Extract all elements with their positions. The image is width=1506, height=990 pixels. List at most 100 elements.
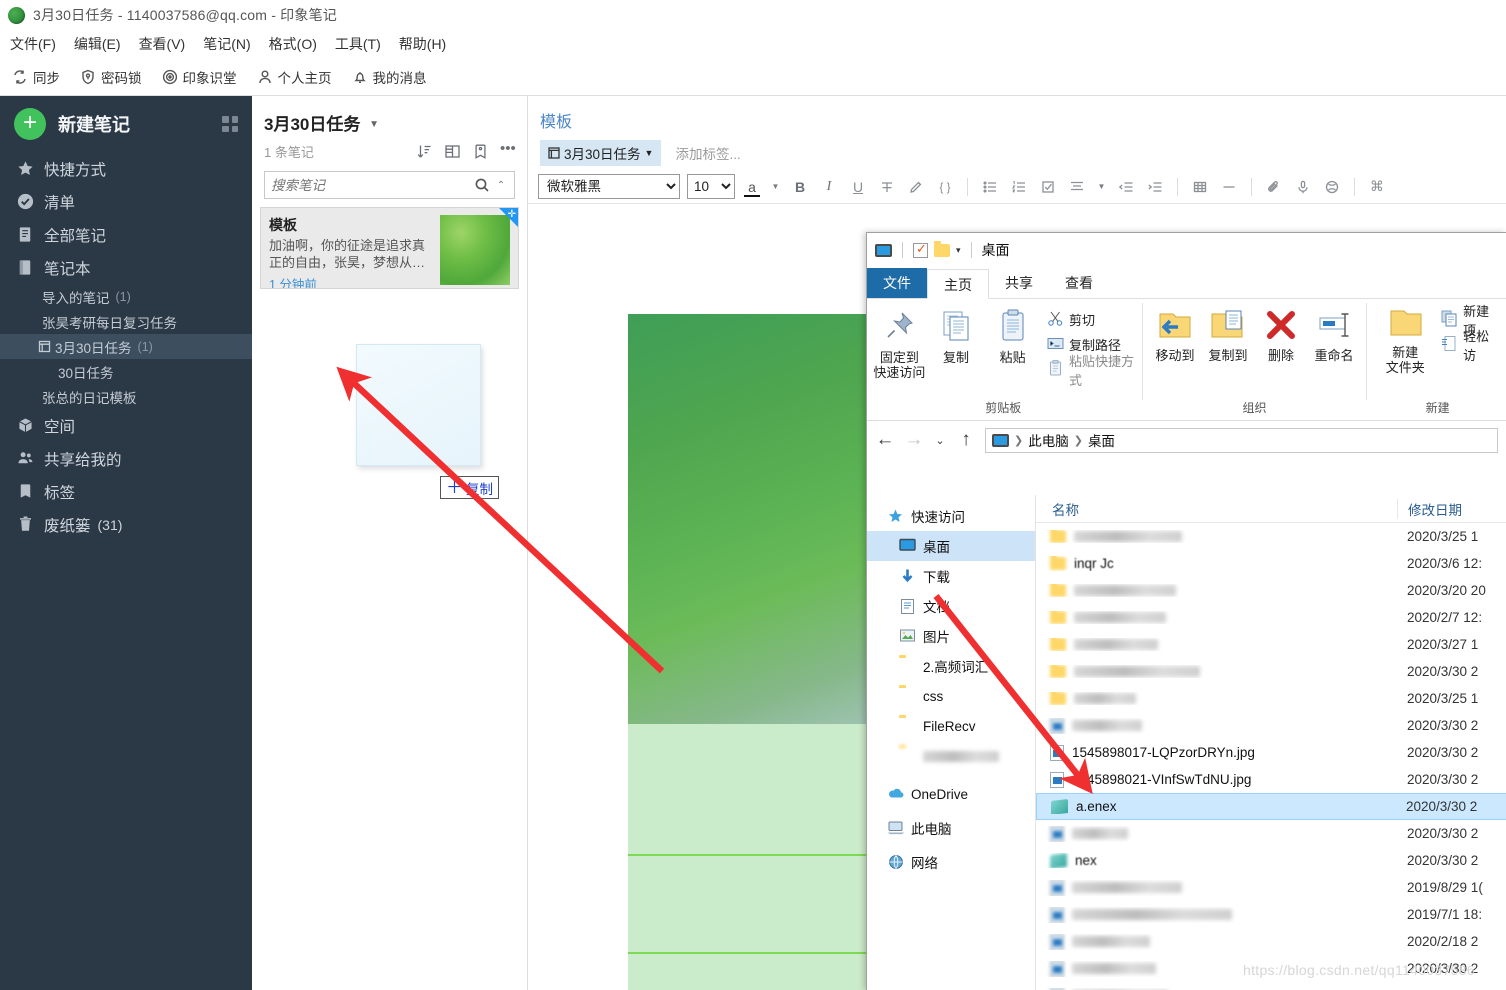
ribbon-button-move-to[interactable]: 移动到 xyxy=(1148,305,1201,365)
outdent-icon[interactable] xyxy=(1115,176,1137,198)
sidebar-item-tags[interactable]: 标签 xyxy=(0,475,252,508)
toolbar-button-knowledge[interactable]: 印象识堂 xyxy=(162,67,237,87)
ribbon-button-delete[interactable]: 删除 xyxy=(1254,305,1307,365)
sidebar-item-tasks[interactable]: 清单 xyxy=(0,185,252,218)
notebook-item-imported[interactable]: 导入的笔记 (1) xyxy=(0,284,252,309)
toolbar-button-password-lock[interactable]: 密码锁 xyxy=(80,67,142,87)
search-input[interactable] xyxy=(271,177,474,193)
ribbon-button-rename[interactable]: 重命名 xyxy=(1307,305,1360,365)
ribbon-button-copy-to[interactable]: 复制到 xyxy=(1201,305,1254,365)
notebook-item-march30[interactable]: 3月30日任务 (1) xyxy=(0,334,252,359)
nav-item-folder-gaopin[interactable]: 2.高频词汇 xyxy=(867,651,1035,681)
file-row[interactable]: 2020/3/30 2 xyxy=(1036,658,1506,685)
menu-item-view[interactable]: 查看(V) xyxy=(139,34,186,54)
underline-icon[interactable]: U xyxy=(847,176,869,198)
ribbon-button-cut[interactable]: 剪切 xyxy=(1047,307,1136,332)
ribbon-button-easy-access[interactable]: 轻松访 xyxy=(1441,329,1502,363)
nav-item-quick-access[interactable]: 快速访问 xyxy=(867,501,1035,531)
up-button[interactable]: ↑ xyxy=(956,429,976,451)
align-icon[interactable] xyxy=(1066,176,1088,198)
nav-item-documents[interactable]: 文档 xyxy=(867,591,1035,621)
ribbon-button-paste-shortcut[interactable]: 粘贴快捷方式 xyxy=(1047,354,1136,388)
chevron-down-icon[interactable]: ▼ xyxy=(369,119,379,130)
file-row[interactable]: 2020/3/30 2 xyxy=(1036,712,1506,739)
shortcut-icon[interactable]: ⌘ xyxy=(1366,176,1388,198)
notebook-item-day30[interactable]: 30日任务 xyxy=(0,359,252,384)
nav-item-downloads[interactable]: 下载 xyxy=(867,561,1035,591)
search-box[interactable]: ⌃ xyxy=(264,171,515,199)
font-family-select[interactable]: 微软雅黑 xyxy=(538,174,680,199)
sort-icon[interactable] xyxy=(416,143,433,160)
nav-item-thispc[interactable]: 此电脑 xyxy=(867,813,1035,843)
column-header-name[interactable]: 名称 xyxy=(1036,499,1397,519)
column-header-date[interactable]: 修改日期 xyxy=(1397,498,1506,519)
breadcrumb[interactable]: ❯ 此电脑 ❯ 桌面 xyxy=(985,427,1498,453)
font-color-icon[interactable]: a xyxy=(742,179,762,197)
menu-item-note[interactable]: 笔记(N) xyxy=(203,34,250,54)
new-note-button[interactable]: + 新建笔记 xyxy=(0,96,252,152)
nav-item-folder-css[interactable]: css xyxy=(867,681,1035,711)
toolbar-button-profile[interactable]: 个人主页 xyxy=(257,67,332,87)
forward-button[interactable]: → xyxy=(904,429,924,451)
file-row[interactable]: 1545898017-LQPzorDRYn.jpg 2020/3/30 2 xyxy=(1036,739,1506,766)
bold-icon[interactable]: B xyxy=(789,176,811,198)
strikethrough-icon[interactable] xyxy=(876,176,898,198)
notebook-chip[interactable]: 3月30日任务 ▼ xyxy=(540,140,662,166)
notebook-item-review[interactable]: 张昊考研每日复习任务 xyxy=(0,309,252,334)
layout-icon[interactable] xyxy=(444,143,461,160)
explorer-icon[interactable] xyxy=(875,243,892,257)
code-icon[interactable]: { } xyxy=(934,176,956,198)
new-folder-icon[interactable] xyxy=(934,240,950,257)
breadcrumb-item-desktop[interactable]: 桌面 xyxy=(1088,430,1115,450)
more-icon[interactable]: ••• xyxy=(500,141,517,160)
sidebar-item-spaces[interactable]: 空间 xyxy=(0,409,252,442)
file-row[interactable]: 2019/8/29 1( xyxy=(1036,874,1506,901)
ribbon-button-pin-to-quick-access[interactable]: 固定到 快速访问 xyxy=(871,305,928,382)
note-list-title[interactable]: 3月30日任务 ▼ xyxy=(252,96,527,135)
nav-item-onedrive[interactable]: OneDrive xyxy=(867,779,1035,809)
sidebar-item-shared[interactable]: 共享给我的 xyxy=(0,442,252,475)
toolbar-button-sync[interactable]: 同步 xyxy=(12,67,60,87)
chevron-up-icon[interactable]: ⌃ xyxy=(494,180,508,191)
nav-item-desktop[interactable]: 桌面 xyxy=(867,531,1035,561)
note-title[interactable]: 模板 xyxy=(528,96,1506,132)
handwriting-icon[interactable] xyxy=(1321,176,1343,198)
ribbon-button-paste[interactable]: 粘贴 xyxy=(984,305,1041,367)
chevron-down-icon[interactable]: ▼ xyxy=(1095,176,1108,198)
nav-item-folder-filerecv[interactable]: FileRecv xyxy=(867,711,1035,741)
file-row[interactable]: 1545898021-VInfSwTdNU.jpg 2020/3/30 2 xyxy=(1036,766,1506,793)
highlight-icon[interactable] xyxy=(905,176,927,198)
nav-item-network[interactable]: 网络 xyxy=(867,847,1035,877)
file-row[interactable]: 2020/2/7 12: xyxy=(1036,604,1506,631)
font-size-select[interactable]: 10 xyxy=(687,174,735,199)
chevron-down-icon[interactable]: ▼ xyxy=(645,148,654,158)
tab-home[interactable]: 主页 xyxy=(927,269,989,299)
file-row[interactable]: 2020/3/30 2 xyxy=(1036,820,1506,847)
file-row[interactable]: inqr Jc 2020/3/6 12: xyxy=(1036,550,1506,577)
file-row[interactable]: 2019/7/1 18: xyxy=(1036,901,1506,928)
file-row[interactable]: 2020/2/18 2 xyxy=(1036,928,1506,955)
tab-view[interactable]: 查看 xyxy=(1049,268,1109,298)
attachment-icon[interactable] xyxy=(1263,176,1285,198)
recent-locations-button[interactable]: ⌄ xyxy=(933,434,947,447)
sidebar-item-all-notes[interactable]: 全部笔记 xyxy=(0,218,252,251)
notebook-item-diary-template[interactable]: 张总的日记模板 xyxy=(0,384,252,409)
properties-icon[interactable] xyxy=(913,241,928,258)
audio-icon[interactable] xyxy=(1292,176,1314,198)
tab-share[interactable]: 共享 xyxy=(989,268,1049,298)
italic-icon[interactable]: I xyxy=(818,176,840,198)
file-row[interactable]: a.enex 2020/3/30 2 xyxy=(1036,793,1506,820)
menu-item-edit[interactable]: 编辑(E) xyxy=(74,34,121,54)
chevron-down-icon[interactable]: ▼ xyxy=(769,176,782,198)
table-icon[interactable] xyxy=(1189,176,1211,198)
menu-item-file[interactable]: 文件(F) xyxy=(10,34,56,54)
grid-view-icon[interactable] xyxy=(222,116,238,132)
note-list-item[interactable]: 模板 加油啊，你的征途是追求真正的自由，张昊，梦想从… 1 分钟前 ✛ xyxy=(260,207,519,289)
file-row[interactable]: nex 2020/3/30 2 xyxy=(1036,847,1506,874)
tag-icon[interactable] xyxy=(472,143,489,160)
checkbox-list-icon[interactable] xyxy=(1037,176,1059,198)
sidebar-item-notebooks[interactable]: 笔记本 xyxy=(0,251,252,284)
tab-file[interactable]: 文件 xyxy=(867,268,927,298)
add-tag-field[interactable]: 添加标签... xyxy=(675,143,740,163)
bullet-list-icon[interactable] xyxy=(979,176,1001,198)
